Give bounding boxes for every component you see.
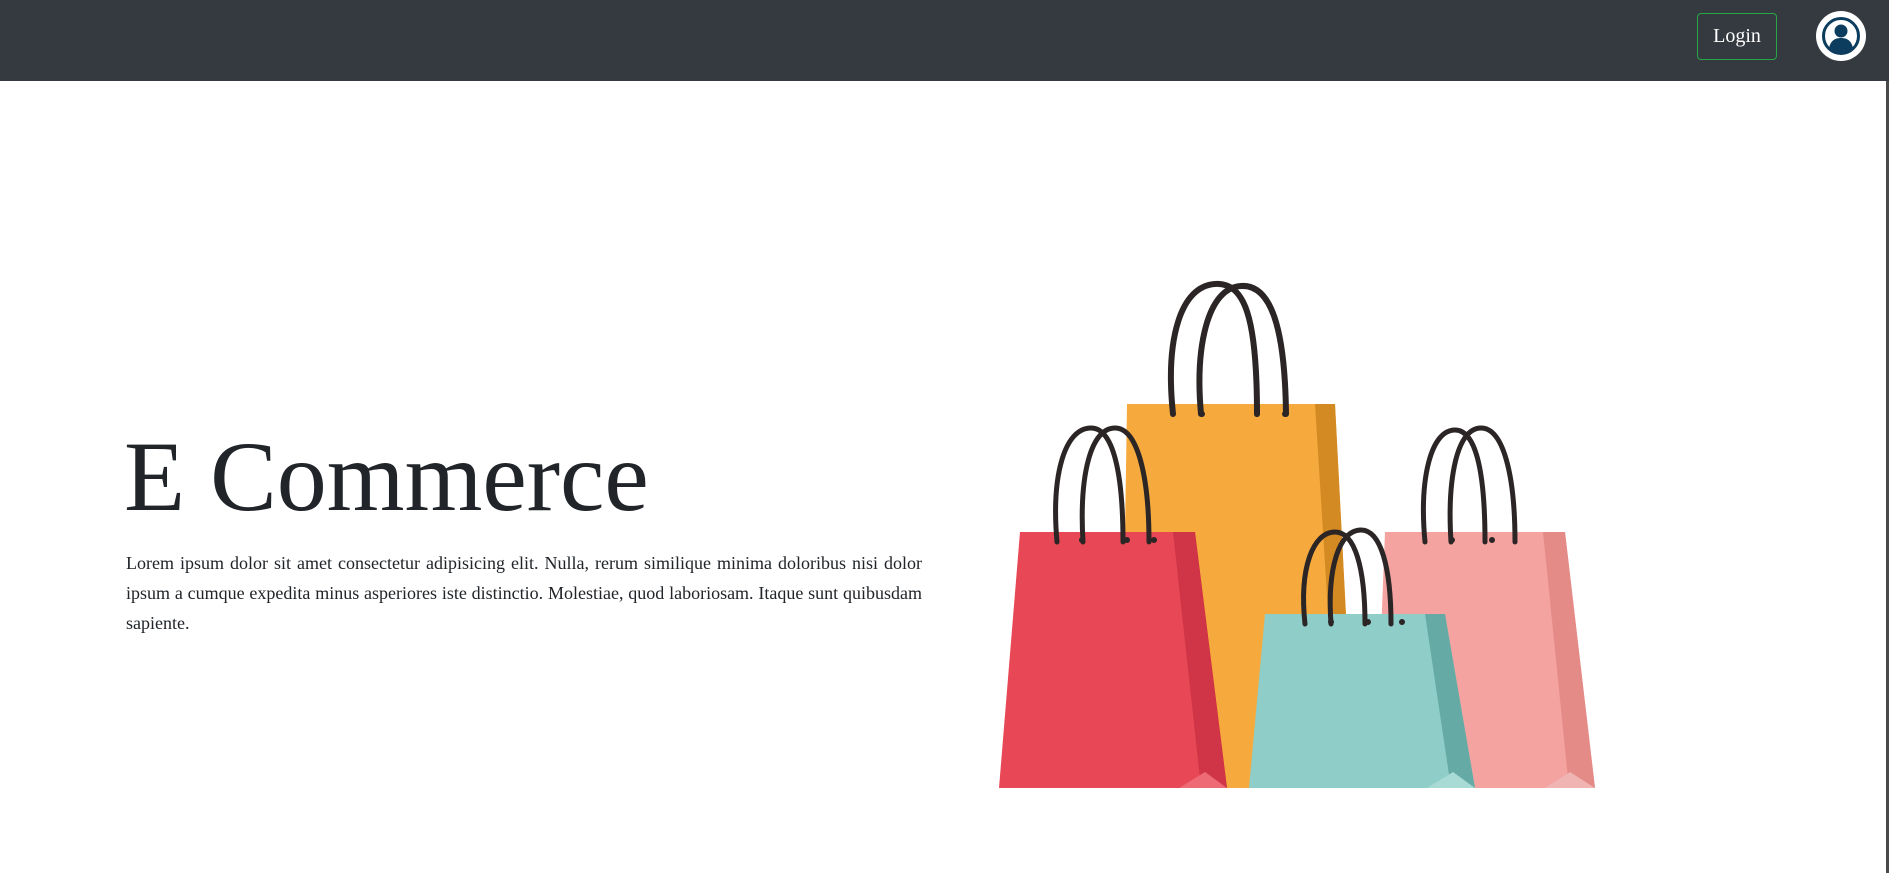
hero-description: Lorem ipsum dolor sit amet consectetur a… (126, 553, 922, 633)
hero-title: E Commerce (124, 421, 649, 532)
shopping-bags-illustration (999, 280, 1595, 788)
navbar: Login (0, 0, 1889, 81)
user-avatar-icon[interactable] (1816, 11, 1866, 61)
login-button[interactable]: Login (1697, 13, 1777, 60)
user-silhouette-icon (1822, 17, 1860, 55)
